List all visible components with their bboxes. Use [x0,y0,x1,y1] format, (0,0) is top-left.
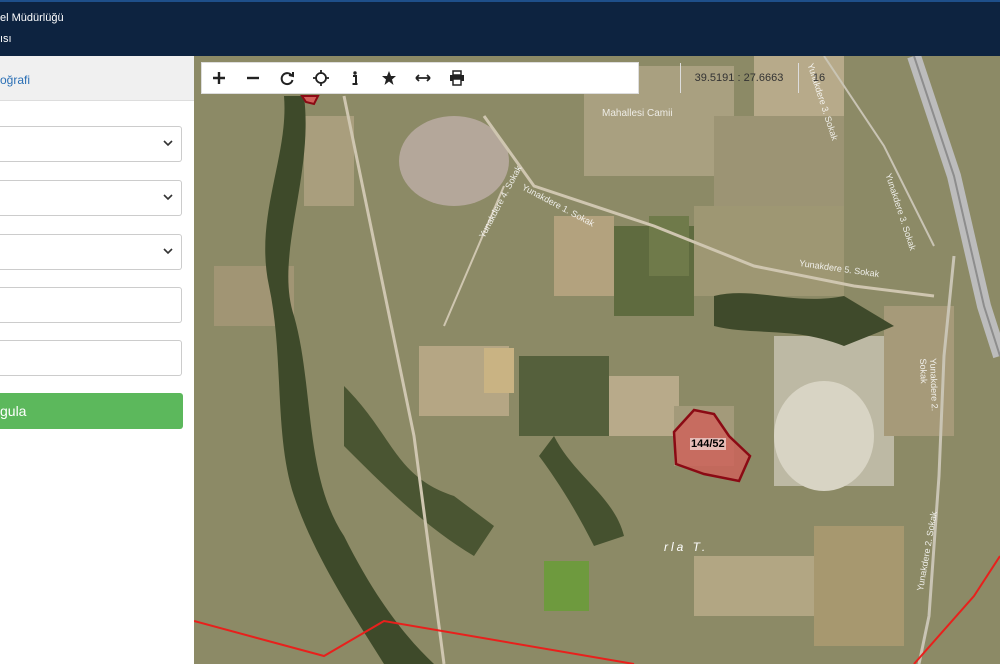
header-title: el Müdürlüğü [0,12,64,24]
zoom-level-readout: 16 [798,63,839,93]
parcel-label: 144/52 [690,438,726,450]
coordinate-readout: 39.5191 : 27.6663 [680,63,797,93]
satellite-map[interactable]: Mahallesi Camii [194,56,1000,664]
parcel-number-input[interactable] [0,340,182,376]
map-imagery [194,56,1000,664]
chevron-down-icon [163,248,173,255]
crosshair-icon [313,70,329,86]
header-subtitle: ısı [0,33,12,45]
header-top-bar [0,0,1000,2]
locate-button[interactable] [304,63,338,93]
printer-icon [450,70,464,86]
zoom-out-button[interactable] [236,63,270,93]
province-select[interactable] [0,126,182,162]
chevron-down-icon [163,140,173,147]
query-button-label: gula [0,403,27,419]
query-button[interactable]: gula [0,393,183,429]
info-button[interactable] [338,63,372,93]
mahalle-label: Mahallesi Camii [602,108,673,119]
query-sidebar: oğrafi gula [0,56,195,664]
refresh-icon [280,72,294,86]
info-icon [352,71,358,85]
neighborhood-select[interactable] [0,234,182,270]
measure-button[interactable] [406,63,440,93]
place-label: rla T. [664,540,709,554]
chevron-down-icon [163,194,173,201]
street-label: Yunakdere 2. Sokak [918,358,940,412]
zoom-in-button[interactable] [202,63,236,93]
minus-icon [247,76,259,80]
map-toolbar: 39.5191 : 27.6663 16 [201,62,825,94]
print-button[interactable] [440,63,474,93]
star-icon [382,71,396,85]
block-number-input[interactable] [0,287,182,323]
arrows-horizontal-icon [415,74,431,82]
plus-icon [213,72,225,84]
favorite-button[interactable] [372,63,406,93]
app-header: el Müdürlüğü ısı [0,0,1000,56]
tab-geographic-label: oğrafi [0,73,31,87]
refresh-button[interactable] [270,63,304,93]
district-select[interactable] [0,180,182,216]
tab-geographic[interactable]: oğrafi [0,56,194,101]
